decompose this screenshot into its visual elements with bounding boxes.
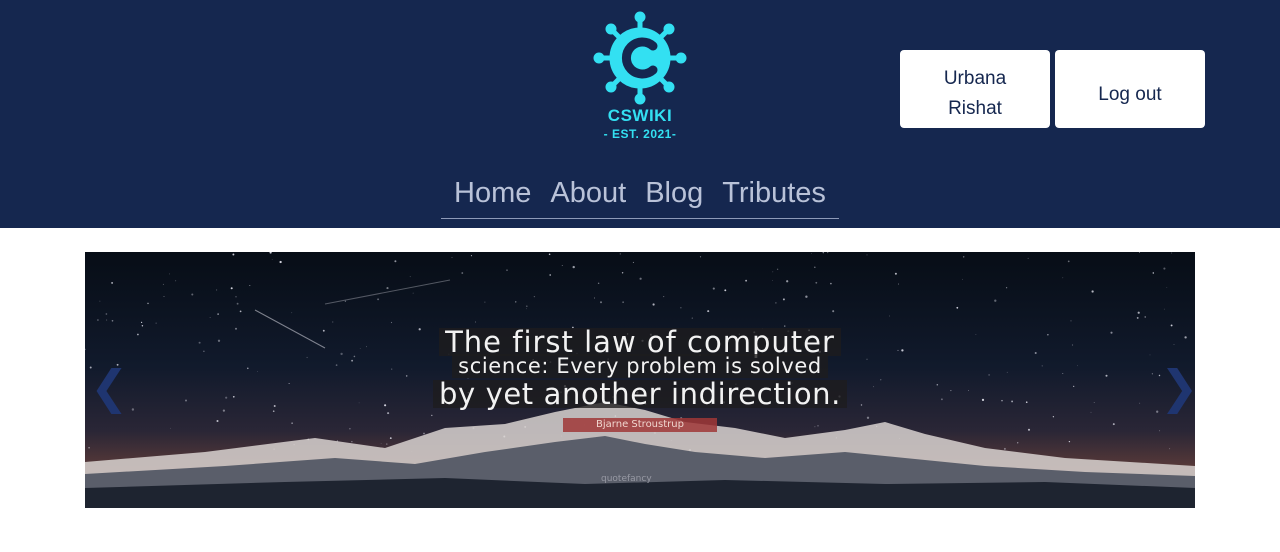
- carousel-prev-button[interactable]: ❮: [90, 362, 129, 412]
- quote-carousel: The first law of computer science: Every…: [85, 252, 1195, 508]
- logo-name: CSWIKI: [607, 106, 673, 125]
- quote-author: Bjarne Stroustrup: [563, 418, 717, 432]
- site-logo[interactable]: CSWIKI - EST. 2021-: [585, 10, 695, 150]
- quote-line-3: by yet another indirection.: [433, 380, 847, 409]
- quote-line-1: The first law of computer: [439, 328, 841, 357]
- logo-text: CSWIKI - EST. 2021-: [585, 106, 695, 141]
- site-header: CSWIKI - EST. 2021- Urbana Rishat Log ou…: [0, 0, 1280, 228]
- user-profile-button[interactable]: Urbana Rishat: [900, 50, 1050, 128]
- nav-blog[interactable]: Blog: [645, 177, 703, 210]
- main-nav: Home About Blog Tributes: [441, 168, 839, 219]
- logo-tagline: - EST. 2021-: [603, 127, 677, 141]
- quote-watermark: quotefancy: [601, 474, 652, 484]
- user-last-name: Rishat: [948, 97, 1002, 119]
- logout-button[interactable]: Log out: [1055, 50, 1205, 128]
- nav-home[interactable]: Home: [454, 177, 531, 210]
- user-first-name: Urbana: [943, 67, 1007, 89]
- virus-c-logo-icon: [593, 11, 687, 105]
- nav-about[interactable]: About: [550, 177, 626, 210]
- chevron-right-icon: ❯: [1160, 360, 1195, 414]
- chevron-left-icon: ❮: [90, 360, 129, 414]
- quote-line-2: science: Every problem is solved: [452, 354, 828, 378]
- nav-tributes[interactable]: Tributes: [722, 177, 826, 210]
- quote-text: The first law of computer science: Every…: [85, 328, 1195, 409]
- carousel-next-button[interactable]: ❯: [1160, 362, 1195, 412]
